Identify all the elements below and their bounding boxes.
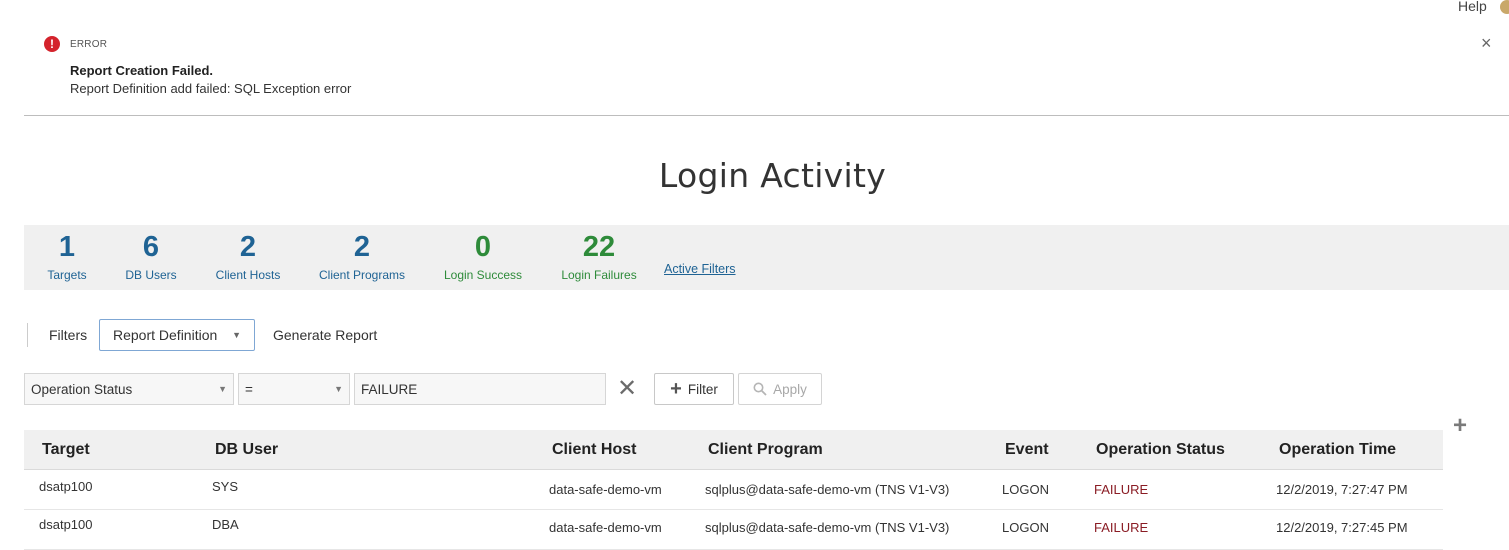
column-header-operation-time[interactable]: Operation Time — [1279, 441, 1396, 459]
report-definition-label: Report Definition — [113, 327, 218, 343]
stat-client-programs[interactable]: 2 Client Programs — [318, 225, 406, 282]
filter-value-text: FAILURE — [361, 381, 418, 397]
help-link[interactable]: Help — [1458, 0, 1487, 14]
clear-icon[interactable]: ✕ — [617, 374, 637, 404]
cell-operation-status: FAILURE — [1094, 482, 1149, 497]
page-title: Login Activity — [658, 156, 887, 195]
stat-label: Login Success — [443, 268, 523, 282]
column-header-target[interactable]: Target — [42, 441, 90, 459]
divider — [24, 115, 1509, 116]
report-definition-button[interactable]: Report Definition ▼ — [99, 319, 255, 351]
chevron-down-icon: ▼ — [218, 384, 227, 394]
summary-bar: 1 Targets 6 DB Users 2 Client Hosts 2 Cl… — [24, 225, 1509, 290]
stat-label: Client Programs — [318, 268, 406, 282]
stat-label: Login Failures — [561, 268, 637, 282]
stat-value: 22 — [582, 231, 616, 263]
cell-client-program: sqlplus@data-safe-demo-vm (TNS V1-V3) — [705, 482, 950, 497]
filter-field-select[interactable]: Operation Status ▼ — [24, 373, 234, 405]
search-icon — [753, 382, 767, 396]
cell-target: dsatp100 — [39, 517, 93, 532]
login-activity-table: Target DB User Client Host Client Progra… — [24, 430, 1443, 550]
chevron-down-icon: ▼ — [334, 384, 343, 394]
error-title: Report Creation Failed. — [70, 63, 214, 78]
stat-label: Client Hosts — [215, 268, 281, 282]
cell-db-user: SYS — [212, 479, 239, 494]
error-message: Report Definition add failed: SQL Except… — [70, 81, 352, 96]
apply-label: Apply — [773, 381, 807, 397]
column-header-client-program[interactable]: Client Program — [708, 441, 823, 459]
toolbar-divider — [27, 323, 28, 347]
error-icon: ! — [44, 36, 60, 52]
column-header-event[interactable]: Event — [1005, 441, 1049, 459]
chevron-down-icon: ▼ — [232, 330, 241, 340]
stat-value: 1 — [58, 231, 76, 263]
column-header-client-host[interactable]: Client Host — [552, 441, 636, 459]
table-row[interactable]: dsatp100 SYS data-safe-demo-vm sqlplus@d… — [24, 470, 1443, 510]
table-row[interactable]: dsatp100 DBA data-safe-demo-vm sqlplus@d… — [24, 510, 1443, 550]
stat-db-users[interactable]: 6 DB Users — [122, 225, 180, 282]
add-filter-button[interactable]: + Filter — [654, 373, 734, 405]
stat-value: 2 — [239, 231, 257, 263]
generate-report-button[interactable]: Generate Report — [273, 327, 377, 343]
column-header-db-user[interactable]: DB User — [215, 441, 278, 459]
stat-label: Targets — [47, 268, 87, 282]
stat-label: DB Users — [125, 268, 177, 282]
column-header-operation-status[interactable]: Operation Status — [1096, 441, 1225, 459]
filter-field-value: Operation Status — [31, 381, 133, 397]
stat-value: 2 — [353, 231, 371, 263]
filter-operator-value: = — [245, 381, 253, 397]
active-filters-link[interactable]: Active Filters — [664, 262, 736, 276]
error-label: ERROR — [70, 39, 108, 50]
stat-login-success[interactable]: 0 Login Success — [442, 225, 524, 282]
filter-value-input[interactable]: FAILURE — [354, 373, 606, 405]
cell-event: LOGON — [1002, 482, 1049, 497]
cell-db-user: DBA — [212, 517, 239, 532]
stat-value: 6 — [142, 231, 160, 263]
add-column-icon[interactable]: + — [1453, 414, 1467, 438]
stat-login-failures[interactable]: 22 Login Failures — [559, 225, 639, 282]
apply-button[interactable]: Apply — [738, 373, 822, 405]
cell-client-host: data-safe-demo-vm — [549, 482, 662, 497]
filter-operator-select[interactable]: = ▼ — [238, 373, 350, 405]
stat-targets[interactable]: 1 Targets — [45, 225, 89, 282]
close-icon[interactable]: × — [1481, 34, 1492, 52]
stat-value: 0 — [474, 231, 492, 263]
stat-client-hosts[interactable]: 2 Client Hosts — [214, 225, 282, 282]
cell-target: dsatp100 — [39, 479, 93, 494]
filters-button[interactable]: Filters — [49, 327, 87, 343]
table-header: Target DB User Client Host Client Progra… — [24, 430, 1443, 470]
user-avatar[interactable] — [1500, 0, 1509, 14]
plus-icon: + — [670, 378, 682, 400]
cell-operation-time: 12/2/2019, 7:27:47 PM — [1276, 482, 1408, 497]
add-filter-label: Filter — [687, 381, 718, 397]
